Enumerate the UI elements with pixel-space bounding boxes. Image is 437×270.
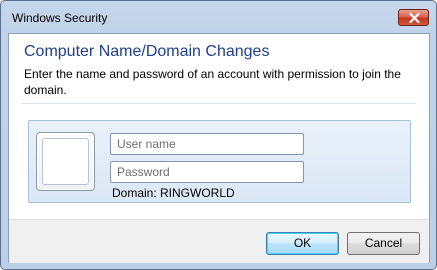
dialog-content: Computer Name/Domain Changes Enter the n… — [8, 33, 430, 263]
cancel-button[interactable]: Cancel — [347, 232, 420, 255]
separator — [21, 103, 416, 104]
ok-button[interactable]: OK — [266, 232, 339, 255]
username-input[interactable] — [110, 133, 304, 155]
dialog-description: Enter the name and password of an accoun… — [24, 67, 401, 97]
credential-tile: Domain: RINGWORLD — [28, 120, 411, 203]
close-x-icon — [409, 13, 420, 23]
domain-label: Domain: RINGWORLD — [112, 186, 235, 200]
dialog-heading: Computer Name/Domain Changes — [24, 43, 270, 60]
password-input[interactable] — [110, 161, 304, 183]
button-bar: OK Cancel — [9, 219, 429, 263]
close-button[interactable] — [398, 9, 429, 26]
user-tile-frame — [42, 138, 89, 185]
dialog-window: Windows Security Computer Name/Domain Ch… — [0, 0, 437, 270]
user-tile-icon — [36, 132, 95, 191]
window-title: Windows Security — [12, 11, 108, 25]
